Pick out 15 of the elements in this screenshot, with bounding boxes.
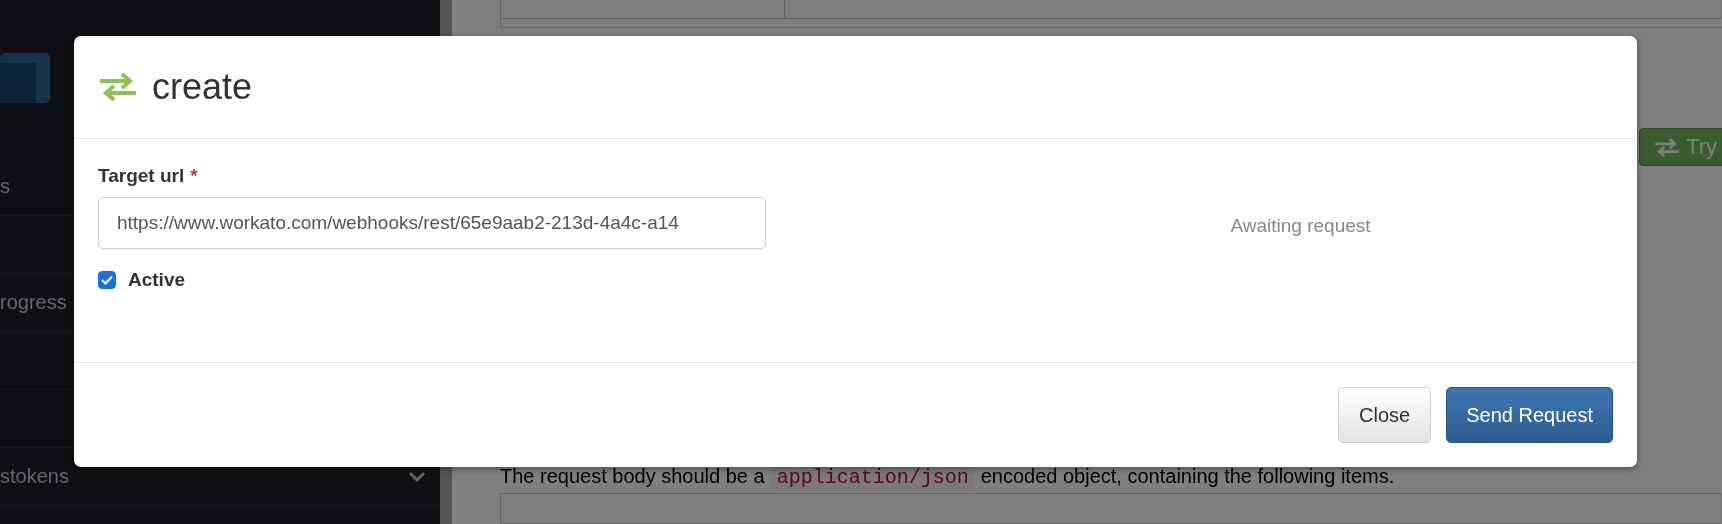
send-button[interactable]: Send Request bbox=[1446, 387, 1613, 443]
sidebar-item[interactable]: rogress bbox=[0, 291, 67, 314]
logo-icon bbox=[0, 53, 50, 105]
arrows-icon bbox=[98, 72, 138, 102]
sidebar-item[interactable]: stokens bbox=[0, 465, 69, 488]
arrows-icon bbox=[1654, 137, 1681, 158]
field-label: Target url * bbox=[98, 165, 199, 187]
checkbox-label: Active bbox=[128, 269, 186, 291]
try-button[interactable]: Try bbox=[1639, 128, 1722, 167]
url-input-field[interactable]: https://www.workato.com/webhooks/rest/65e9aab2-213d-4a4c-a14 bbox=[98, 197, 766, 249]
close-button[interactable]: Close bbox=[1338, 387, 1432, 443]
status-text: Awaiting request bbox=[1230, 215, 1371, 238]
sidebar-item[interactable]: s bbox=[0, 175, 10, 198]
checkbox[interactable] bbox=[98, 271, 116, 289]
modal-title: create bbox=[152, 66, 253, 108]
